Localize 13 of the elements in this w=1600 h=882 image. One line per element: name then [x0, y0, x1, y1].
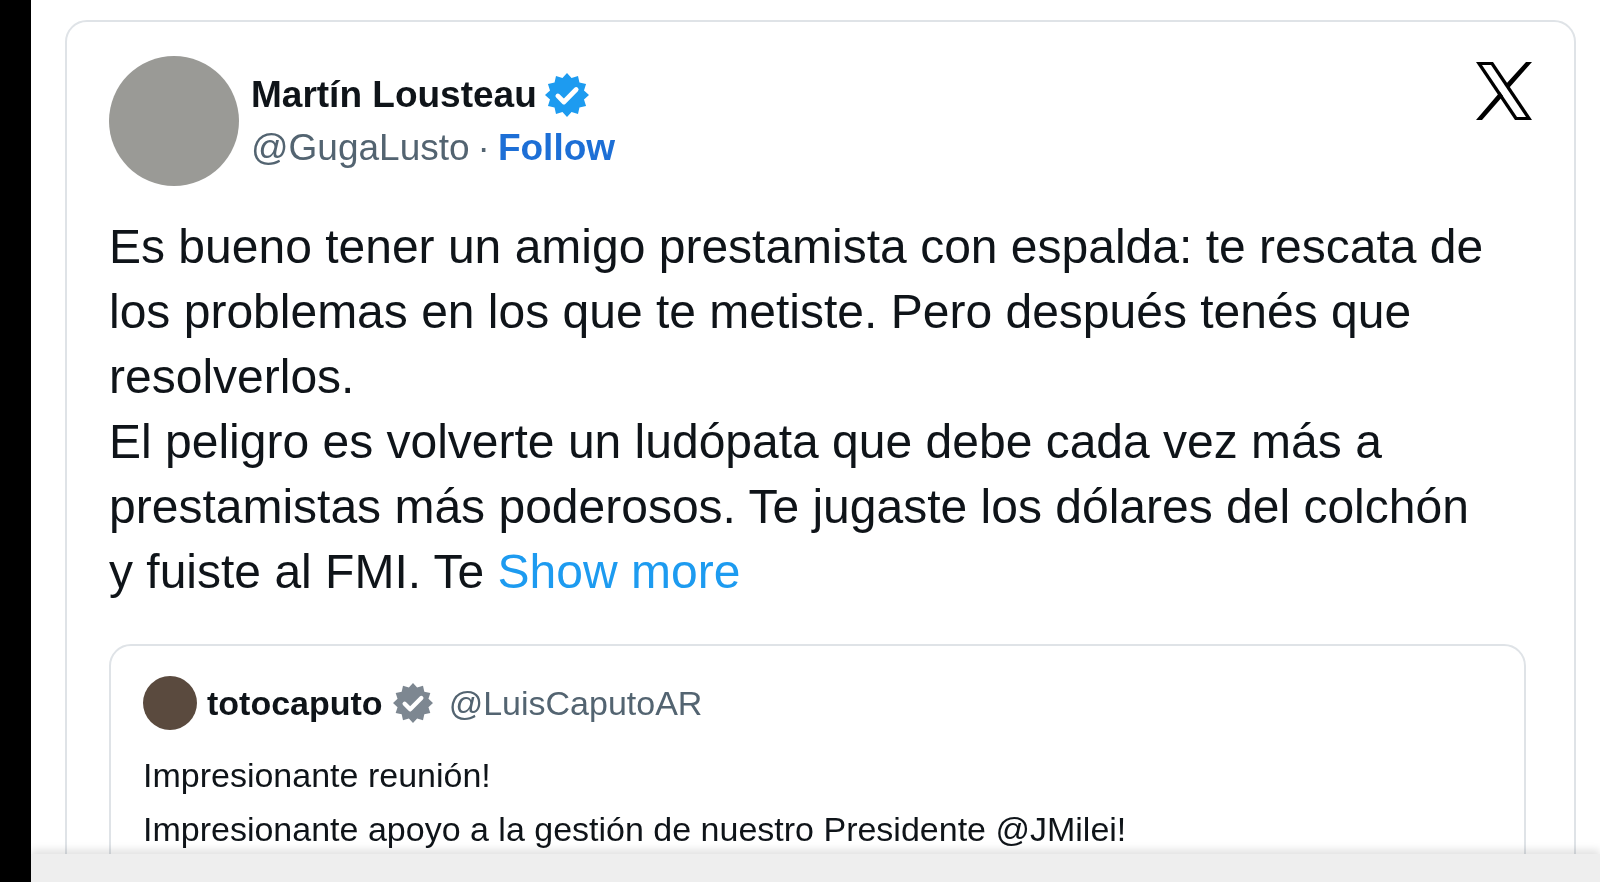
- author-handle: @GugaLusto: [251, 127, 470, 168]
- follow-link[interactable]: Follow: [497, 127, 616, 168]
- tweet-text: El peligro es volverte un ludópata que debe cada vez más a prestamistas más poderosos. Te jugaste los dólares del colchón y fuiste al FMI. Te Show more: [109, 414, 1470, 600]
- avatar-placeholder: [143, 676, 197, 730]
- x-logo-icon: [1474, 62, 1534, 120]
- tweet-text: Es bueno tener un amigo prestamista con espalda: te rescata de los problemas en los que te metiste. Pero después tenés que resolverlos.: [109, 219, 1485, 405]
- show-more-link[interactable]: Show more: [497, 545, 741, 598]
- quoted-tweet-text: Impresionante reunión!: [143, 755, 492, 796]
- separator: ·: [477, 127, 490, 168]
- author-name: Martín Lousteau: [251, 74, 537, 116]
- quoted-author-name: totocaputo: [207, 683, 383, 723]
- quoted-tweet-text: Impresionante apoyo a la gestión de nuestro Presidente @JMilei!: [143, 809, 1128, 850]
- quoted-author-handle: @LuisCaputoAR: [448, 683, 703, 723]
